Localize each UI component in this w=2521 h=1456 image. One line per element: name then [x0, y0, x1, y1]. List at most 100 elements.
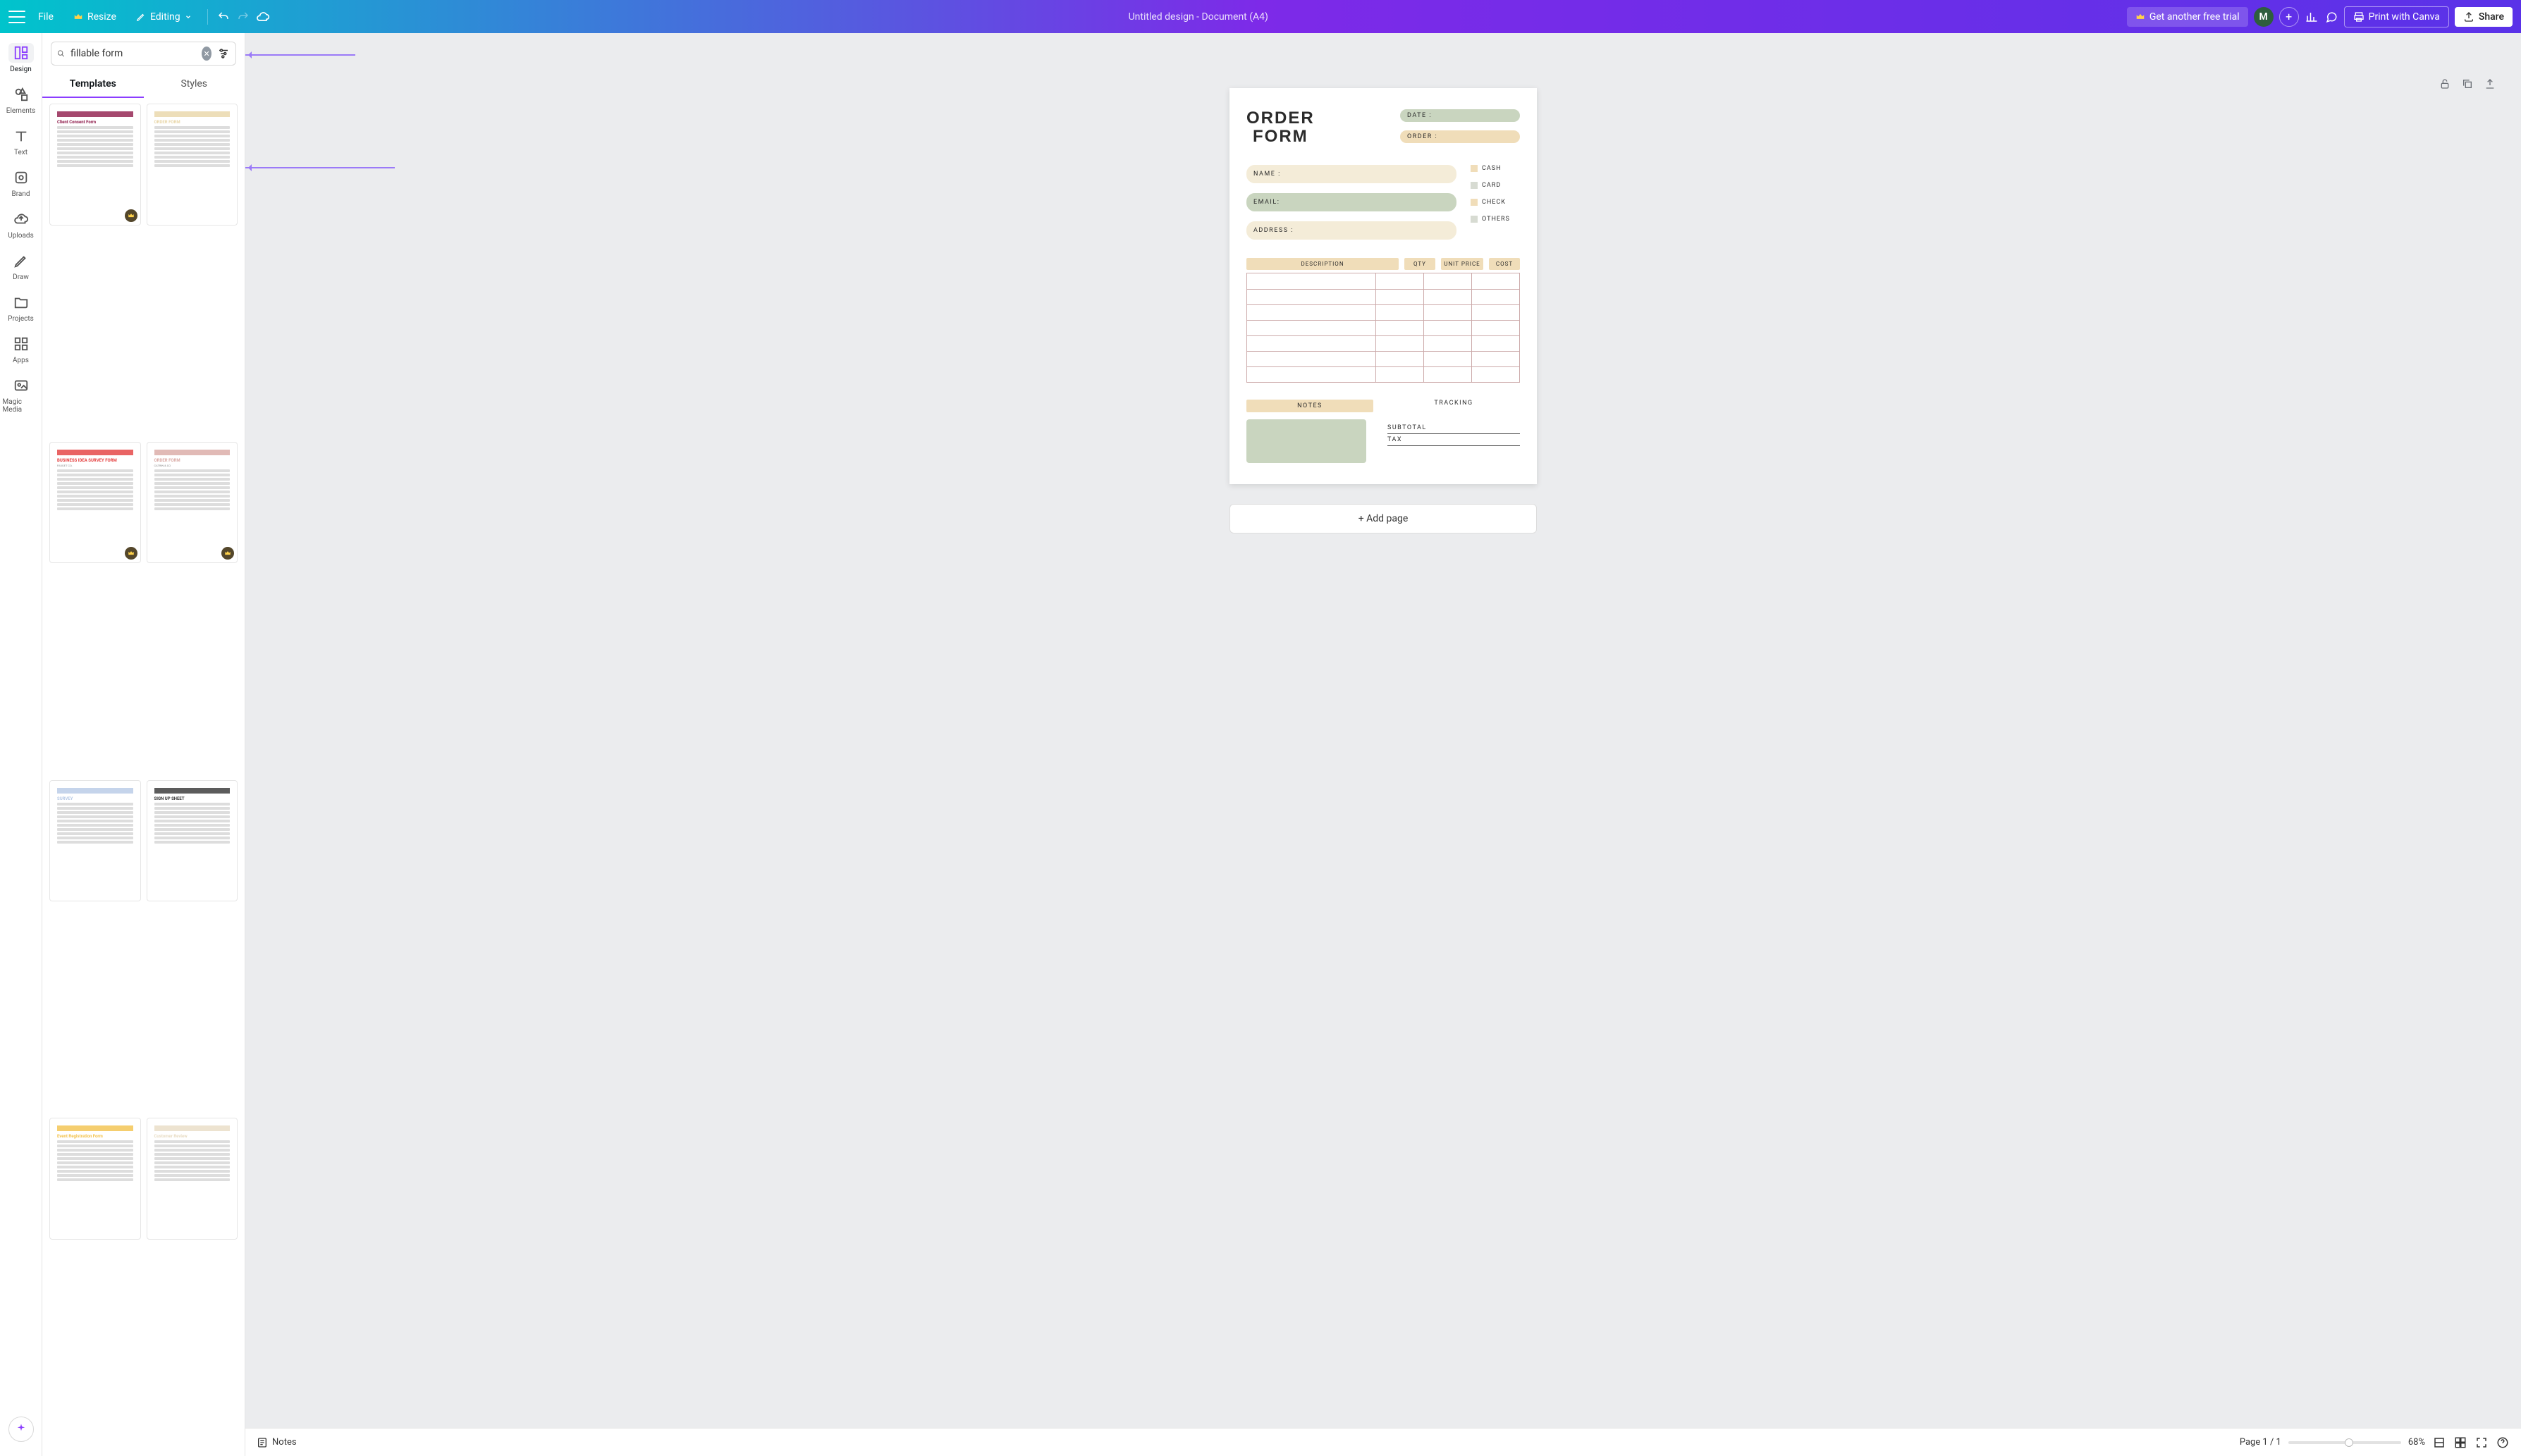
table-row	[1247, 320, 1519, 335]
order-field: ORDER :	[1400, 130, 1520, 143]
zoom-slider[interactable]	[2288, 1441, 2401, 1444]
apps-icon	[8, 334, 34, 354]
page-view-button[interactable]	[2432, 1436, 2446, 1450]
lock-page-button[interactable]	[2439, 78, 2451, 92]
rail-text[interactable]: Text	[3, 122, 39, 161]
rail-elements[interactable]: Elements	[3, 80, 39, 119]
page-indicator: Page 1 / 1	[2240, 1437, 2281, 1448]
template-thumbnail[interactable]: Event Registration Form	[49, 1118, 141, 1240]
grid-view-button[interactable]	[2453, 1436, 2467, 1450]
notes-header: NOTES	[1246, 400, 1373, 412]
address-field: ADDRESS :	[1246, 221, 1456, 240]
share-label: Share	[2479, 11, 2504, 23]
rail-label: Apps	[13, 357, 29, 364]
email-field: EMAIL:	[1246, 193, 1456, 211]
side-panel: ✕ Templates Styles Client Consent Form O…	[42, 33, 245, 1456]
add-member-button[interactable]: +	[2279, 7, 2299, 27]
notes-button[interactable]: Notes	[257, 1437, 297, 1448]
export-page-button[interactable]	[2484, 78, 2496, 92]
rail-label: Design	[10, 66, 32, 73]
crown-icon	[2135, 12, 2145, 22]
date-field: DATE :	[1400, 109, 1520, 122]
document-page[interactable]: ORDER FORM DATE : ORDER : NAME : EMAIL: …	[1229, 88, 1537, 484]
name-field: NAME :	[1246, 165, 1456, 183]
table-row	[1247, 335, 1519, 351]
bottom-bar: Notes Page 1 / 1 68%	[245, 1428, 2521, 1456]
search-box: ✕	[51, 42, 236, 66]
rail-projects[interactable]: Projects	[3, 288, 39, 327]
tab-templates[interactable]: Templates	[42, 71, 144, 98]
canva-assistant-button[interactable]	[8, 1417, 34, 1442]
editing-label: Editing	[150, 11, 180, 23]
col-unit-price: UNIT PRICE	[1441, 258, 1483, 270]
payment-others: OTHERS	[1471, 216, 1520, 223]
rail-label: Magic Media	[3, 398, 39, 414]
template-thumbnail[interactable]: ORDER FORM	[147, 104, 238, 226]
pencil-icon	[136, 12, 146, 22]
elements-icon	[8, 85, 34, 104]
template-thumbnail[interactable]: Client Consent Form	[49, 104, 141, 226]
undo-button[interactable]	[216, 10, 231, 24]
template-thumbnail[interactable]: SURVEY	[49, 780, 141, 902]
items-table	[1246, 273, 1520, 383]
template-thumbnail[interactable]: SIGN UP SHEET	[147, 780, 238, 902]
file-menu[interactable]: File	[31, 7, 61, 27]
notes-label: Notes	[272, 1437, 297, 1448]
fullscreen-button[interactable]	[2474, 1436, 2489, 1450]
add-page-button[interactable]: + Add page	[1229, 504, 1537, 533]
brand-icon	[8, 168, 34, 187]
share-button[interactable]: Share	[2455, 7, 2513, 27]
payment-check: CHECK	[1471, 199, 1520, 206]
form-title-line2: FORM	[1246, 128, 1315, 146]
rail-uploads[interactable]: Uploads	[3, 205, 39, 244]
annotation-arrow	[245, 54, 355, 56]
print-label: Print with Canva	[2369, 11, 2440, 23]
page-tools	[2439, 78, 2496, 92]
tax-row: TAX	[1387, 434, 1520, 446]
printer-icon	[2353, 11, 2364, 23]
rail-design[interactable]: Design	[3, 39, 39, 78]
tab-styles[interactable]: Styles	[144, 71, 245, 98]
editing-mode-button[interactable]: Editing	[129, 7, 199, 27]
annotation-arrow	[245, 167, 395, 168]
rail-draw[interactable]: Draw	[3, 247, 39, 285]
clear-search-button[interactable]: ✕	[202, 47, 211, 61]
rail-apps[interactable]: Apps	[3, 330, 39, 369]
filter-button[interactable]	[217, 47, 230, 61]
uploads-icon	[8, 209, 34, 229]
user-avatar[interactable]: M	[2254, 7, 2274, 27]
menu-icon[interactable]	[8, 11, 25, 23]
resize-label: Resize	[87, 11, 116, 23]
help-button[interactable]	[2496, 1436, 2510, 1450]
search-icon	[57, 48, 65, 59]
analytics-icon[interactable]	[2305, 10, 2319, 24]
share-icon	[2463, 11, 2474, 23]
template-thumbnail[interactable]: ORDER FORMCATRIN & CO	[147, 442, 238, 564]
table-row	[1247, 366, 1519, 382]
col-description: DESCRIPTION	[1246, 258, 1399, 270]
chevron-down-icon	[185, 13, 192, 20]
duplicate-page-button[interactable]	[2462, 78, 2473, 92]
search-input[interactable]	[70, 48, 196, 59]
canvas-stage[interactable]: ORDER FORM DATE : ORDER : NAME : EMAIL: …	[245, 33, 2521, 1428]
redo-button[interactable]	[236, 10, 250, 24]
resize-button[interactable]: Resize	[66, 7, 123, 27]
document-title[interactable]: Untitled design - Document (A4)	[270, 11, 2127, 23]
rail-label: Draw	[13, 273, 29, 281]
table-row	[1247, 289, 1519, 304]
comments-icon[interactable]	[2324, 10, 2338, 24]
rail-magic-media[interactable]: Magic Media	[3, 371, 39, 418]
left-rail: Design Elements Text Brand Uploads Draw …	[0, 33, 42, 1456]
panel-tabs: Templates Styles	[42, 71, 245, 98]
free-trial-button[interactable]: Get another free trial	[2127, 7, 2248, 27]
col-qty: QTY	[1404, 258, 1435, 270]
premium-badge	[125, 209, 137, 222]
template-thumbnail[interactable]: Customer Review	[147, 1118, 238, 1240]
print-with-canva-button[interactable]: Print with Canva	[2344, 6, 2449, 27]
rail-brand[interactable]: Brand	[3, 164, 39, 202]
template-thumbnail[interactable]: BUSINESS IDEA SURVEY FORMFAUGET CO.	[49, 442, 141, 564]
cloud-sync-icon[interactable]	[256, 10, 270, 24]
sparkle-icon	[15, 1423, 27, 1436]
rail-label: Elements	[6, 107, 35, 115]
form-title-line1: ORDER	[1246, 109, 1315, 128]
